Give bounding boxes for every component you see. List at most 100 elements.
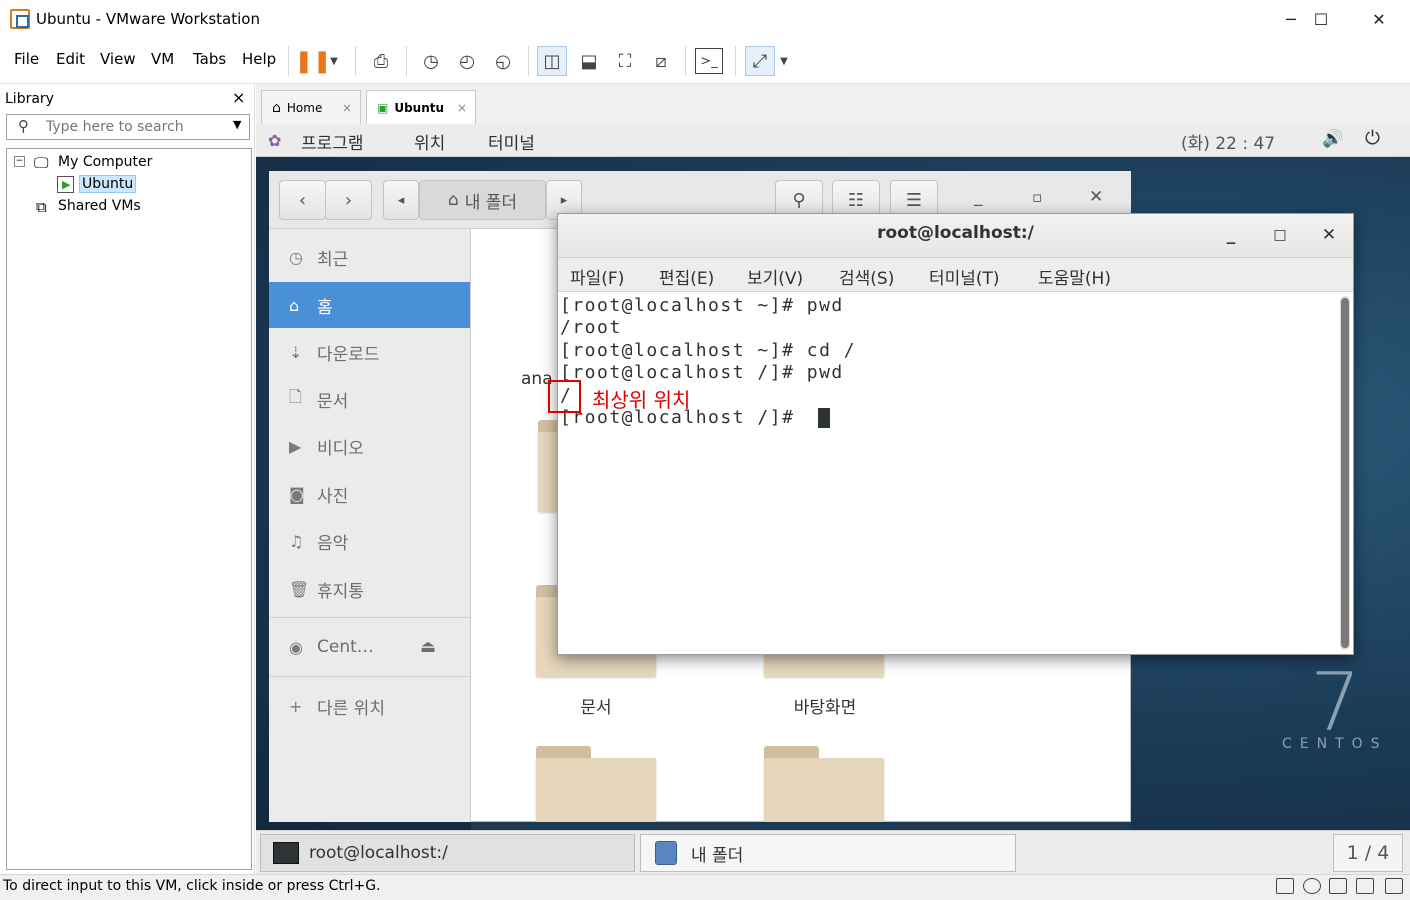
terminal-line: /root: [560, 317, 622, 338]
console-icon[interactable]: >_: [695, 48, 723, 74]
unity-icon[interactable]: ⧄: [646, 46, 676, 76]
terminal-line: [root@localhost /]# pwd: [560, 362, 844, 383]
music-icon: ♫: [289, 531, 304, 551]
sidebar-item-other-locations[interactable]: + 다른 위치: [269, 683, 470, 729]
disc-icon: ◉: [289, 637, 303, 657]
terminal-scrollbar-thumb[interactable]: [1341, 298, 1349, 648]
collapse-icon[interactable]: −: [14, 156, 25, 167]
file-cabinet-icon: [655, 841, 677, 865]
close-button[interactable]: ✕: [1350, 0, 1408, 38]
sidebar-item-recent[interactable]: ◷ 최근: [269, 234, 470, 280]
tree-item-ubuntu[interactable]: Ubuntu: [79, 175, 137, 193]
stretch-icon[interactable]: ⤢: [745, 46, 775, 76]
volume-icon[interactable]: 🔊: [1322, 129, 1343, 149]
chevron-down-icon[interactable]: ▼: [774, 46, 794, 76]
tab-close-icon[interactable]: ×: [342, 101, 352, 115]
toolbar-divider: [685, 46, 686, 76]
power-icon[interactable]: ⏻: [1365, 127, 1380, 149]
path-home-button[interactable]: ⌂ 내 폴더: [419, 180, 546, 220]
forward-button[interactable]: ›: [325, 180, 372, 220]
terminal-close-icon[interactable]: ✕: [1315, 222, 1343, 248]
terminal-menu-edit[interactable]: 편집(E): [659, 264, 714, 289]
terminal-menu-view[interactable]: 보기(V): [747, 264, 803, 289]
menu-view[interactable]: View: [100, 50, 136, 68]
hamburger-icon: ☰: [905, 189, 923, 211]
menu-tabs[interactable]: Tabs: [193, 50, 226, 68]
clock-icon: ◷: [289, 247, 303, 267]
cd-rom-icon[interactable]: [1303, 878, 1321, 894]
centos-logo-text: CENTOS: [1282, 736, 1388, 752]
sidebar-item-label: 사진: [317, 486, 349, 507]
terminal-app-menu[interactable]: 터미널: [488, 129, 535, 154]
toolbar-divider: [406, 46, 407, 76]
terminal-menu-terminal[interactable]: 터미널(T): [929, 264, 1000, 289]
computer-icon: 🖵: [34, 154, 49, 172]
back-button[interactable]: ‹: [279, 180, 326, 220]
sidebar-item-home[interactable]: ⌂ 홈: [269, 282, 470, 328]
window-list-terminal[interactable]: root@localhost:/: [260, 834, 635, 872]
sidebar-item-videos[interactable]: ▶ 비디오: [269, 423, 470, 469]
tree-item-my-computer[interactable]: My Computer: [58, 154, 152, 170]
close-icon[interactable]: ✕: [1089, 187, 1103, 207]
chevron-down-icon[interactable]: ▼: [324, 46, 344, 76]
library-view-icon[interactable]: ◫: [537, 46, 567, 76]
path-left-button[interactable]: ◂: [383, 180, 419, 220]
window-list-files[interactable]: 내 폴더: [640, 834, 1016, 872]
workspace-indicator[interactable]: 1 / 4: [1333, 834, 1403, 872]
tab-ubuntu[interactable]: ▣ Ubuntu ×: [366, 90, 476, 124]
file-grid-bottom-edge: [471, 822, 1131, 830]
applications-menu[interactable]: 프로그램: [301, 129, 364, 154]
sidebar-item-label: 홈: [317, 297, 333, 318]
menu-help[interactable]: Help: [242, 50, 276, 68]
terminal-maximize-icon[interactable]: □: [1266, 222, 1294, 248]
hard-disk-icon[interactable]: [1276, 878, 1294, 894]
usb-icon[interactable]: [1356, 878, 1374, 894]
sidebar-item-label: Cent…: [317, 637, 374, 657]
toolbar-divider: [355, 46, 356, 76]
clock[interactable]: (화) 22 : 47: [1181, 129, 1275, 154]
places-menu[interactable]: 위치: [414, 129, 445, 154]
home-icon: ⌂: [272, 99, 281, 116]
maximize-button[interactable]: ☐: [1292, 0, 1350, 38]
eject-icon[interactable]: ⏏: [420, 637, 436, 657]
revert-snapshot-icon[interactable]: ◴: [452, 46, 482, 76]
snapshot-icon[interactable]: ◷: [416, 46, 446, 76]
terminal-menu-file[interactable]: 파일(F): [570, 264, 624, 289]
sidebar-item-label: 문서: [317, 391, 349, 412]
tab-close-icon[interactable]: ×: [457, 101, 467, 115]
window-title: Ubuntu - VMware Workstation: [36, 10, 260, 28]
document-icon: 🗋: [289, 386, 302, 406]
chevron-down-icon[interactable]: ▼: [233, 118, 241, 131]
tab-label: Home: [286, 100, 323, 115]
sidebar-item-downloads[interactable]: ⇣ 다운로드: [269, 329, 470, 375]
vm-icon: ▣: [377, 100, 389, 115]
sidebar-item-label: 최근: [317, 249, 349, 270]
send-ctrl-alt-del-icon[interactable]: ⎙: [366, 46, 396, 76]
menu-edit[interactable]: Edit: [56, 50, 85, 68]
tree-item-shared-vms[interactable]: Shared VMs: [58, 198, 141, 214]
sidebar-item-pictures[interactable]: ◙ 사진: [269, 471, 470, 517]
message-icon[interactable]: [1385, 878, 1403, 894]
thumbnail-bar-icon[interactable]: ⬓: [574, 46, 604, 76]
library-title: Library: [5, 91, 54, 107]
minimize-icon[interactable]: _: [974, 187, 983, 207]
sidebar-item-centos-media[interactable]: ◉ Cent…: [269, 624, 470, 670]
network-icon[interactable]: [1329, 878, 1347, 894]
toolbar-divider: [528, 46, 529, 76]
tab-home[interactable]: ⌂ Home ×: [261, 90, 361, 124]
sidebar-item-music[interactable]: ♫ 음악: [269, 518, 470, 564]
sidebar-divider: [269, 617, 470, 618]
full-screen-icon[interactable]: ⛶: [610, 46, 640, 76]
folder-label: 문서: [580, 698, 612, 718]
terminal-minimize-icon[interactable]: _: [1217, 222, 1245, 248]
snapshot-manager-icon[interactable]: ◵: [488, 46, 518, 76]
terminal-menu-help[interactable]: 도움말(H): [1038, 264, 1111, 289]
sidebar-item-documents[interactable]: 🗋 문서: [269, 376, 470, 422]
library-close-icon[interactable]: ×: [232, 88, 245, 107]
maximize-icon[interactable]: ▫: [1032, 188, 1042, 206]
sidebar-item-trash[interactable]: 🗑 휴지통: [269, 566, 470, 612]
plus-icon: +: [289, 696, 303, 716]
terminal-menu-search[interactable]: 검색(S): [839, 264, 894, 289]
menu-file[interactable]: File: [14, 50, 39, 68]
menu-vm[interactable]: VM: [151, 50, 174, 68]
